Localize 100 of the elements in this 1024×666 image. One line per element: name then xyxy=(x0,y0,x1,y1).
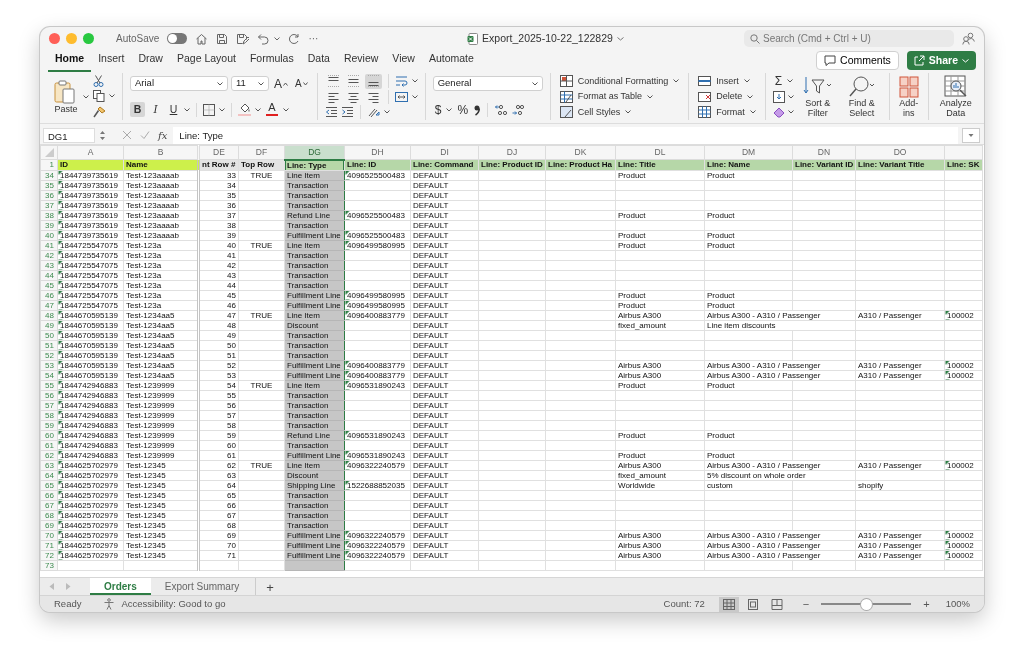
spinner-icon[interactable] xyxy=(99,129,106,141)
row-header[interactable]: 44 xyxy=(40,270,58,280)
find-select-button[interactable]: Find & Select xyxy=(841,75,882,118)
row-header[interactable]: 41 xyxy=(40,240,58,250)
wrap-text-icon[interactable] xyxy=(394,75,408,87)
eraser-icon[interactable] xyxy=(772,106,785,118)
autosave-toggle[interactable] xyxy=(167,33,188,44)
row-header[interactable]: 60 xyxy=(40,430,58,440)
ribbon-tab[interactable]: Home xyxy=(48,49,92,72)
paste-button[interactable]: Paste xyxy=(53,78,79,115)
ribbon-tab[interactable]: Page Layout xyxy=(169,49,243,72)
row-header[interactable]: 54 xyxy=(40,370,58,380)
row-header[interactable]: 68 xyxy=(40,510,58,520)
comments-button[interactable]: Comments xyxy=(816,51,899,70)
row-header[interactable]: 35 xyxy=(40,180,58,190)
row-header[interactable]: 51 xyxy=(40,340,58,350)
column-header[interactable]: DJ xyxy=(478,145,546,160)
ribbon-menu-button[interactable]: Format as Table xyxy=(557,89,682,104)
row-header[interactable]: 49 xyxy=(40,320,58,330)
row-header[interactable]: 38 xyxy=(40,210,58,220)
percent-button[interactable]: % xyxy=(455,102,471,117)
row-header[interactable]: 43 xyxy=(40,260,58,270)
column-header[interactable]: DE xyxy=(198,145,239,160)
accessibility-icon[interactable] xyxy=(103,598,116,610)
normal-view-button[interactable] xyxy=(718,596,739,612)
sheet-tab[interactable]: Orders xyxy=(90,578,151,595)
column-header[interactable]: DF xyxy=(238,145,285,160)
increase-indent-icon[interactable] xyxy=(340,106,354,118)
row-header[interactable]: 67 xyxy=(40,500,58,510)
italic-button[interactable]: I xyxy=(148,102,163,117)
save-edit-icon[interactable] xyxy=(236,32,250,45)
analyze-data-button[interactable]: Analyze Data xyxy=(935,75,976,118)
column-header[interactable]: DM xyxy=(704,145,793,160)
shrink-font-button[interactable]: A xyxy=(293,76,310,91)
borders-icon[interactable] xyxy=(203,103,215,116)
row-header[interactable]: 59 xyxy=(40,420,58,430)
row-header[interactable]: 65 xyxy=(40,480,58,490)
save-icon[interactable] xyxy=(216,32,229,45)
ribbon-tab[interactable]: Automate xyxy=(421,49,481,72)
row-header[interactable]: 63 xyxy=(40,460,58,470)
row-header[interactable]: 37 xyxy=(40,200,58,210)
caret-icon[interactable] xyxy=(283,107,289,112)
undo-icon[interactable] xyxy=(257,32,271,45)
caret-icon[interactable] xyxy=(446,107,453,112)
caret-icon[interactable] xyxy=(109,94,115,99)
fill-down-icon[interactable] xyxy=(772,90,785,103)
caret-icon[interactable] xyxy=(383,110,390,114)
home-icon[interactable] xyxy=(195,32,209,45)
row-header[interactable]: 73 xyxy=(40,560,58,570)
people-icon[interactable] xyxy=(962,32,975,45)
paintbrush-icon[interactable] xyxy=(93,105,106,118)
autosum-button[interactable]: Σ xyxy=(772,73,785,89)
formula-field[interactable]: Line: Type xyxy=(173,126,958,144)
row-header[interactable]: 1 xyxy=(40,159,58,170)
ribbon-menu-button[interactable]: Format xyxy=(696,104,758,120)
column-header[interactable]: DK xyxy=(545,145,616,160)
caret-icon[interactable] xyxy=(787,79,794,83)
column-header[interactable]: A xyxy=(57,145,124,160)
share-button[interactable]: Share xyxy=(906,51,976,70)
ribbon-menu-button[interactable]: Cell Styles xyxy=(557,104,682,120)
decrease-indent-icon[interactable] xyxy=(324,106,338,118)
ribbon-menu-button[interactable]: Delete xyxy=(696,89,758,104)
row-header[interactable]: 72 xyxy=(40,550,58,560)
row-header[interactable]: 66 xyxy=(40,490,58,500)
row-header[interactable]: 34 xyxy=(40,170,58,180)
row-header[interactable]: 47 xyxy=(40,300,58,310)
redo-icon[interactable] xyxy=(288,32,301,45)
caret-icon[interactable] xyxy=(83,94,89,99)
caret-icon[interactable] xyxy=(787,110,794,114)
caret-icon[interactable] xyxy=(787,94,794,99)
row-header[interactable]: 61 xyxy=(40,440,58,450)
column-header[interactable]: DI xyxy=(410,145,479,160)
row-header[interactable]: 57 xyxy=(40,400,58,410)
ribbon-tab[interactable]: Insert xyxy=(91,49,132,72)
ribbon-tab[interactable]: Formulas xyxy=(242,49,301,72)
column-header[interactable]: DH xyxy=(344,145,411,160)
name-box[interactable]: DG1 xyxy=(43,127,95,143)
ribbon-tab[interactable]: Data xyxy=(300,49,337,72)
column-header[interactable]: DO xyxy=(855,145,945,160)
comma-style-icon[interactable] xyxy=(473,103,482,116)
row-header[interactable]: 62 xyxy=(40,450,58,460)
row-header[interactable]: 64 xyxy=(40,470,58,480)
increase-decimal-icon[interactable] xyxy=(494,103,509,116)
caret-icon[interactable] xyxy=(411,79,418,83)
text-orientation-icon[interactable] xyxy=(366,106,380,118)
row-header[interactable]: 69 xyxy=(40,520,58,530)
ribbon-tab[interactable]: Review xyxy=(336,49,386,72)
ribbon-tab[interactable]: View xyxy=(385,49,422,72)
row-header[interactable]: 70 xyxy=(40,530,58,540)
column-header[interactable]: DN xyxy=(792,145,856,160)
column-header[interactable]: DG xyxy=(284,145,345,160)
row-header[interactable]: 53 xyxy=(40,360,58,370)
grow-font-button[interactable]: A xyxy=(272,76,290,91)
sheet-tab[interactable]: Export Summary xyxy=(150,578,254,595)
scissors-icon[interactable] xyxy=(93,75,104,88)
row-header[interactable]: 48 xyxy=(40,310,58,320)
row-header[interactable]: 45 xyxy=(40,280,58,290)
caret-icon[interactable] xyxy=(219,107,225,112)
bold-button[interactable]: B xyxy=(130,102,145,117)
sort-filter-button[interactable]: Sort & Filter xyxy=(797,75,838,118)
